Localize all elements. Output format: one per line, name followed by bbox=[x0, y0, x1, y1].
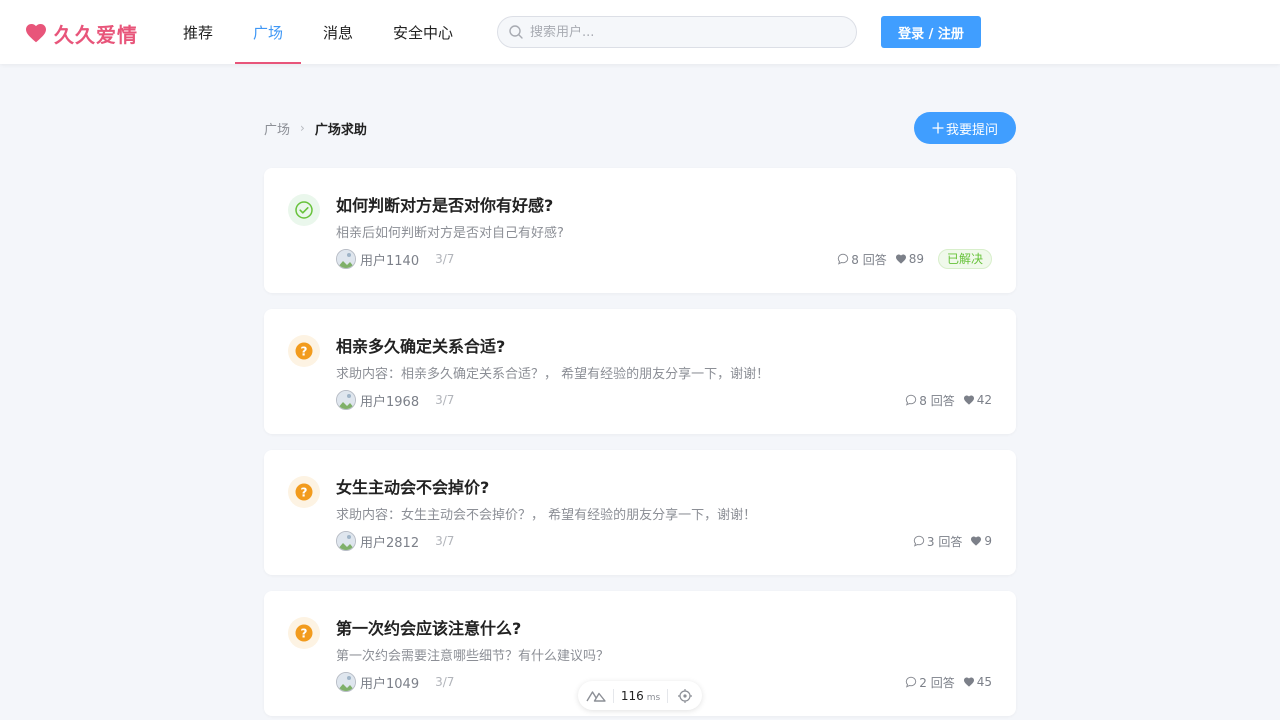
breadcrumb: 广场 › 广场求助 bbox=[264, 119, 367, 138]
question-mark-icon: ? bbox=[288, 335, 320, 367]
like-count-label: 9 bbox=[984, 534, 992, 548]
plus-icon bbox=[932, 122, 944, 134]
question-meta: 用户1968 3/7 bbox=[336, 390, 454, 410]
answer-count-label: 8 回答 bbox=[919, 393, 955, 408]
question-description: 求助内容：女生主动会不会掉价？， 希望有经验的朋友分享一下，谢谢！ bbox=[336, 508, 757, 523]
solved-check-icon bbox=[288, 194, 320, 226]
question-title[interactable]: 女生主动会不会掉价? bbox=[336, 474, 489, 498]
like-count-label: 42 bbox=[976, 393, 992, 407]
username[interactable]: 用户1140 bbox=[360, 250, 419, 269]
comment-icon bbox=[913, 535, 925, 547]
question-stats: 8 回答 89 已解决 bbox=[837, 249, 992, 269]
answer-count-label: 2 回答 bbox=[919, 675, 955, 690]
post-date: 3/7 bbox=[435, 393, 455, 407]
answer-count: 3 回答 bbox=[913, 533, 962, 550]
avatar[interactable] bbox=[336, 531, 356, 551]
nav-item-security-center[interactable]: 安全中心 bbox=[375, 0, 471, 64]
post-date: 3/7 bbox=[435, 252, 455, 266]
question-title[interactable]: 如何判断对方是否对你有好感? bbox=[336, 192, 553, 216]
question-card[interactable]: 如何判断对方是否对你有好感? 相亲后如何判断对方是否对自己有好感? 用户1140… bbox=[264, 168, 1016, 293]
ask-question-button[interactable]: 我要提问 bbox=[914, 112, 1016, 144]
render-time-unit: ms bbox=[646, 692, 661, 703]
ask-question-label: 我要提问 bbox=[945, 122, 998, 138]
question-mark-icon: ? bbox=[288, 476, 320, 508]
search-box[interactable] bbox=[497, 16, 857, 48]
post-date: 3/7 bbox=[435, 675, 455, 689]
question-meta: 用户2812 3/7 bbox=[336, 531, 454, 551]
heart-icon bbox=[26, 24, 46, 43]
svg-text:?: ? bbox=[301, 626, 308, 640]
dev-perf-widget[interactable]: 116 ms bbox=[578, 681, 702, 710]
avatar[interactable] bbox=[336, 249, 356, 269]
breadcrumb-plaza-link[interactable]: 广场 bbox=[264, 119, 290, 138]
heart-icon bbox=[963, 677, 974, 687]
avatar[interactable] bbox=[336, 672, 356, 692]
like-count[interactable]: 9 bbox=[970, 534, 992, 548]
question-title[interactable]: 第一次约会应该注意什么? bbox=[336, 615, 521, 639]
main-nav: 推荐 广场 消息 安全中心 bbox=[165, 0, 475, 64]
brand-logo[interactable]: 久久爱情 bbox=[24, 18, 138, 48]
question-meta: 用户1140 3/7 bbox=[336, 249, 454, 269]
question-description: 相亲后如何判断对方是否对自己有好感? bbox=[336, 226, 564, 241]
breadcrumb-row: 广场 › 广场求助 我要提问 bbox=[264, 112, 1016, 144]
username[interactable]: 用户1968 bbox=[360, 391, 419, 410]
solved-badge: 已解决 bbox=[937, 249, 992, 269]
search-input[interactable] bbox=[530, 24, 830, 40]
question-stats: 8 回答 42 bbox=[905, 390, 992, 410]
like-count-label: 45 bbox=[976, 675, 992, 689]
answer-count: 8 回答 bbox=[837, 251, 887, 268]
answer-count: 8 回答 bbox=[905, 392, 955, 409]
nuxt-icon[interactable] bbox=[578, 688, 614, 703]
question-description: 求助内容：相亲多久确定关系合适？， 希望有经验的朋友分享一下，谢谢！ bbox=[336, 367, 770, 382]
crosshair-icon[interactable] bbox=[668, 688, 702, 704]
brand-name: 久久爱情 bbox=[54, 22, 138, 47]
heart-icon bbox=[971, 536, 982, 546]
heart-icon bbox=[963, 395, 974, 405]
render-time-value: 116 bbox=[620, 688, 644, 703]
nav-item-messages[interactable]: 消息 bbox=[305, 0, 371, 64]
svg-text:?: ? bbox=[301, 344, 308, 358]
post-date: 3/7 bbox=[435, 534, 455, 548]
question-title[interactable]: 相亲多久确定关系合适? bbox=[336, 333, 505, 357]
question-description: 第一次约会需要注意哪些细节？有什么建议吗？ bbox=[336, 649, 610, 664]
svg-text:?: ? bbox=[301, 485, 308, 499]
nav-item-recommend[interactable]: 推荐 bbox=[165, 0, 231, 64]
answer-count: 2 回答 bbox=[905, 674, 955, 691]
question-card[interactable]: ? 相亲多久确定关系合适? 求助内容：相亲多久确定关系合适？， 希望有经验的朋友… bbox=[264, 309, 1016, 434]
comment-icon bbox=[906, 676, 917, 688]
username[interactable]: 用户1049 bbox=[360, 673, 419, 692]
render-time: 116 ms bbox=[614, 688, 668, 703]
question-meta: 用户1049 3/7 bbox=[336, 672, 454, 692]
search-icon bbox=[509, 25, 523, 39]
comment-icon bbox=[906, 394, 917, 406]
question-stats: 3 回答 9 bbox=[913, 531, 992, 551]
chevron-right-icon: › bbox=[300, 121, 305, 135]
question-stats: 2 回答 45 bbox=[905, 672, 992, 692]
nav-item-plaza[interactable]: 广场 bbox=[235, 0, 302, 64]
avatar[interactable] bbox=[336, 390, 356, 410]
heart-icon bbox=[895, 254, 906, 264]
answer-count-label: 3 回答 bbox=[926, 534, 963, 549]
top-navbar: 久久爱情 推荐 广场 消息 安全中心 登录 / 注册 bbox=[0, 0, 1280, 64]
answer-count-label: 8 回答 bbox=[851, 252, 887, 267]
question-card[interactable]: ? 女生主动会不会掉价? 求助内容：女生主动会不会掉价？， 希望有经验的朋友分享… bbox=[264, 450, 1016, 575]
like-count[interactable]: 42 bbox=[963, 393, 992, 407]
like-count[interactable]: 89 bbox=[895, 252, 924, 266]
breadcrumb-current: 广场求助 bbox=[314, 122, 367, 138]
main-content: 广场 › 广场求助 我要提问 如何判断对方是否对你有好感? 相亲后如何判断对方是… bbox=[264, 112, 1016, 716]
username[interactable]: 用户2812 bbox=[360, 532, 419, 551]
like-count[interactable]: 45 bbox=[963, 675, 992, 689]
login-register-button[interactable]: 登录 / 注册 bbox=[881, 16, 981, 48]
like-count-label: 89 bbox=[908, 252, 924, 266]
question-mark-icon: ? bbox=[288, 617, 320, 649]
comment-icon bbox=[838, 253, 849, 265]
